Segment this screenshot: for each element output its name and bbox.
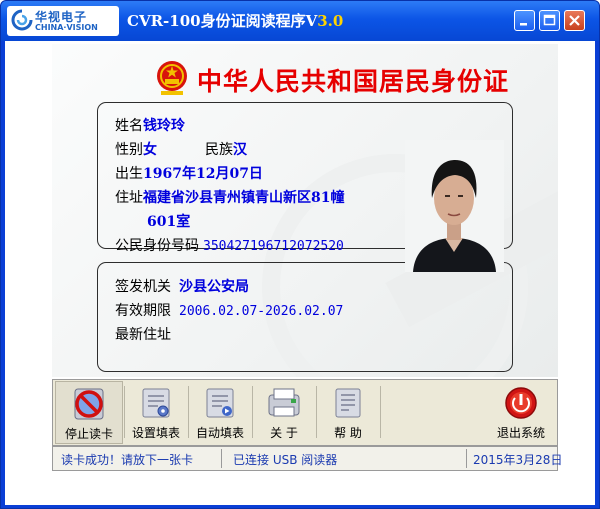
- address-value-line2: 601室: [147, 214, 191, 230]
- close-button[interactable]: [564, 10, 585, 31]
- maximize-button[interactable]: [539, 10, 560, 31]
- id-number-value: 350427196712072520: [203, 239, 344, 254]
- national-emblem-icon: [157, 61, 187, 95]
- help-button[interactable]: 帮 助: [317, 381, 379, 444]
- minimize-button[interactable]: [514, 10, 535, 31]
- brand-logo: 华视电子 CHINA·VISION: [7, 6, 119, 36]
- toolbar-separator: [380, 386, 381, 438]
- window-title-main: CVR-100身份证阅读程序V: [127, 12, 318, 30]
- brand-swirl-icon: [11, 9, 33, 31]
- stop-reading-label: 停止读卡: [64, 427, 113, 441]
- issuer-row: 签发机关 沙县公安局: [115, 276, 249, 296]
- id-number-label: 公民身份号码: [115, 238, 199, 254]
- birth-row: 出生1967年12月07日: [115, 163, 263, 183]
- address-label: 住址: [115, 190, 143, 206]
- name-value: 钱玲玲: [143, 118, 185, 134]
- title-bar[interactable]: 华视电子 CHINA·VISION CVR-100身份证阅读程序V3.0: [1, 1, 599, 41]
- exit-button[interactable]: 退出系统: [487, 381, 555, 444]
- about-label: 关 于: [270, 426, 298, 440]
- ethnic-row: 民族汉: [205, 139, 247, 159]
- status-message: 读卡成功！请放下一张卡: [61, 453, 194, 467]
- issuer-label: 签发机关: [115, 279, 171, 295]
- settings-fill-label: 设置填表: [131, 426, 180, 440]
- about-button[interactable]: 关 于: [253, 381, 315, 444]
- sex-value: 女: [143, 142, 157, 158]
- validity-value: 2006.02.07-2026.02.07: [179, 304, 344, 319]
- status-device: 已连接 USB 阅读器: [233, 453, 338, 467]
- address-row: 住址福建省沙县青州镇青山新区81幢: [115, 187, 344, 207]
- stop-reading-button[interactable]: 停止读卡: [55, 381, 123, 444]
- validity-row: 有效期限 2006.02.07-2026.02.07: [115, 300, 343, 320]
- exit-icon: [505, 387, 537, 419]
- auto-fill-label: 自动填表: [195, 426, 244, 440]
- id-number-row: 公民身份号码 350427196712072520: [115, 235, 344, 255]
- status-date: 2015年3月28日: [473, 453, 563, 467]
- ethnic-value: 汉: [233, 142, 247, 158]
- card-header: 中华人民共和国居民身份证: [197, 67, 510, 96]
- stop-reading-icon: [74, 388, 104, 420]
- portrait-photo: [405, 140, 504, 272]
- brand-name-en: CHINA·VISION: [35, 23, 98, 32]
- birth-label: 出生: [115, 166, 143, 182]
- name-row: 姓名钱玲玲: [115, 115, 185, 135]
- validity-label: 有效期限: [115, 303, 171, 319]
- name-label: 姓名: [115, 118, 143, 134]
- settings-fill-icon: [142, 388, 170, 418]
- auto-fill-button[interactable]: 自动填表: [189, 381, 251, 444]
- latest-address-row: 最新住址: [115, 324, 179, 344]
- exit-label: 退出系统: [496, 426, 545, 440]
- close-icon: [569, 15, 580, 26]
- client-area: 中华人民共和国居民身份证 姓名钱玲玲 性别女 民族汉 出生1967年12月07日…: [5, 41, 595, 505]
- auto-fill-icon: [206, 388, 234, 418]
- status-bar: 读卡成功！请放下一张卡 已连接 USB 阅读器 2015年3月28日: [52, 446, 562, 471]
- window-title: CVR-100身份证阅读程序V3.0: [127, 10, 343, 31]
- main-toolbar: 停止读卡 设置填表 自动填表 关 于 帮 助 退出系统: [52, 379, 558, 446]
- latest-address-label: 最新住址: [115, 327, 171, 343]
- status-separator: [466, 449, 467, 468]
- sex-label: 性别: [115, 142, 143, 158]
- minimize-icon: [520, 23, 527, 26]
- settings-fill-button[interactable]: 设置填表: [125, 381, 187, 444]
- about-icon: [268, 388, 300, 417]
- address-value-line1: 福建省沙县青州镇青山新区81幢: [143, 190, 345, 206]
- ethnic-label: 民族: [205, 142, 233, 158]
- id-card-view: 中华人民共和国居民身份证 姓名钱玲玲 性别女 民族汉 出生1967年12月07日…: [52, 44, 558, 377]
- window-title-version: 3.0: [317, 12, 344, 30]
- help-icon: [335, 388, 361, 418]
- issuer-value: 沙县公安局: [179, 279, 249, 295]
- address-row-2: 601室: [147, 211, 190, 231]
- maximize-icon: [543, 14, 556, 26]
- sex-row: 性别女: [115, 139, 157, 159]
- status-separator: [221, 449, 222, 468]
- birth-value: 1967年12月07日: [143, 166, 263, 182]
- app-window: 华视电子 CHINA·VISION CVR-100身份证阅读程序V3.0 中华人…: [0, 0, 600, 509]
- help-label: 帮 助: [334, 426, 362, 440]
